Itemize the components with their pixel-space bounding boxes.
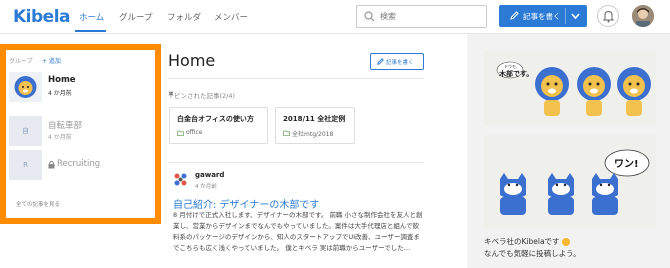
post-title-link[interactable]: 自己紹介: デザイナーの木部です xyxy=(173,196,319,211)
right-caption: キベラ社のKibelaです なんでも気軽に投稿しよう。 xyxy=(484,236,581,260)
nav-members[interactable]: メンバー xyxy=(214,11,248,23)
divider xyxy=(168,78,424,79)
top-header: Kibela ホーム グループ フォルダ メンバー 記事を書く xyxy=(0,0,670,34)
pinned-posts-heading: ピンされた記事(2/4) xyxy=(174,92,236,100)
add-group-link[interactable]: + 追加 xyxy=(42,56,61,65)
nav-groups[interactable]: グループ xyxy=(119,11,153,23)
write-post-label: 記事を書く xyxy=(386,60,414,66)
caption-line: なんでも気軽に投稿しよう。 xyxy=(484,249,581,258)
write-post-button[interactable]: 記事を書く xyxy=(499,5,587,27)
sidebar-group-home[interactable]: Home 4 か月前 xyxy=(9,72,149,106)
group-name: Recruiting xyxy=(57,159,101,169)
group-thumbnail xyxy=(9,72,42,102)
page-title: Home xyxy=(168,51,216,70)
lion-mascot-icon xyxy=(14,76,37,98)
post-author[interactable]: gaward xyxy=(195,171,224,179)
write-post-label: 記事を書く xyxy=(523,12,561,21)
nav-active-indicator xyxy=(75,30,106,32)
group-updated-time: 4 か月前 xyxy=(48,90,72,97)
pinned-post-card[interactable]: 2018/11 全社定例 全社mtg/2018 xyxy=(275,107,355,144)
bell-icon xyxy=(603,10,614,23)
group-name: 自転車部 xyxy=(48,121,83,131)
mascot-dog-image: ワン! xyxy=(484,135,656,228)
sidebar-title: グループ xyxy=(9,58,33,65)
pinned-post-folder: office xyxy=(186,129,203,136)
pinned-post-title: 2018/11 全社定例 xyxy=(283,115,346,123)
caption-line: キベラ社のKibelaです xyxy=(484,236,581,248)
post-time: 4 か月前 xyxy=(195,184,217,190)
folder-icon xyxy=(177,130,184,136)
search-icon xyxy=(364,11,375,22)
grin-emoji-icon xyxy=(561,238,570,246)
chevron-down-icon[interactable] xyxy=(571,12,580,20)
group-name: Home xyxy=(48,75,76,85)
sidebar-group-cycling[interactable]: 自 自転車部 4 か月前 xyxy=(9,116,149,150)
button-separator xyxy=(565,8,566,24)
pencil-icon xyxy=(510,11,519,20)
pinned-post-card[interactable]: 白金台オフィスの使い方 office xyxy=(169,107,268,144)
nav-home[interactable]: ホーム xyxy=(79,11,104,23)
lock-icon xyxy=(48,160,55,169)
search-input[interactable] xyxy=(380,9,480,24)
group-thumbnail: R xyxy=(9,150,42,180)
group-write-post-button[interactable]: 記事を書く xyxy=(370,53,424,70)
mascot-lion-image: ドウモ、 木部です。 xyxy=(484,50,656,126)
author-avatar[interactable] xyxy=(173,172,188,187)
group-thumbnail: 自 xyxy=(9,116,42,146)
folder-icon xyxy=(283,130,290,136)
divider xyxy=(168,162,424,163)
pinned-post-title: 白金台オフィスの使い方 xyxy=(177,115,254,123)
nav-folders[interactable]: フォルダ xyxy=(167,11,201,23)
user-avatar[interactable] xyxy=(632,5,654,27)
speech-bubble-text: 木部です。 xyxy=(499,70,534,78)
search-box[interactable] xyxy=(356,5,487,28)
pencil-icon xyxy=(377,58,384,65)
notification-button[interactable] xyxy=(597,5,619,27)
pinned-post-folder: 全社mtg/2018 xyxy=(292,131,334,138)
post-excerpt: 8 月付けで正式入社します、デザイナーの木部です。 前職 小さな制作会社を友人と… xyxy=(173,211,423,252)
group-sidebar: グループ + 追加 Home 4 か月前 自 自転車部 4 か月前 R Recr… xyxy=(0,44,161,224)
all-posts-link[interactable]: 全ての記事を見る xyxy=(16,200,60,208)
kibela-logo[interactable]: Kibela xyxy=(13,7,71,27)
speech-bubble-text: ワン! xyxy=(614,159,639,170)
sidebar-group-recruiting[interactable]: R Recruiting xyxy=(9,150,149,184)
group-updated-time: 4 か月前 xyxy=(48,134,72,141)
